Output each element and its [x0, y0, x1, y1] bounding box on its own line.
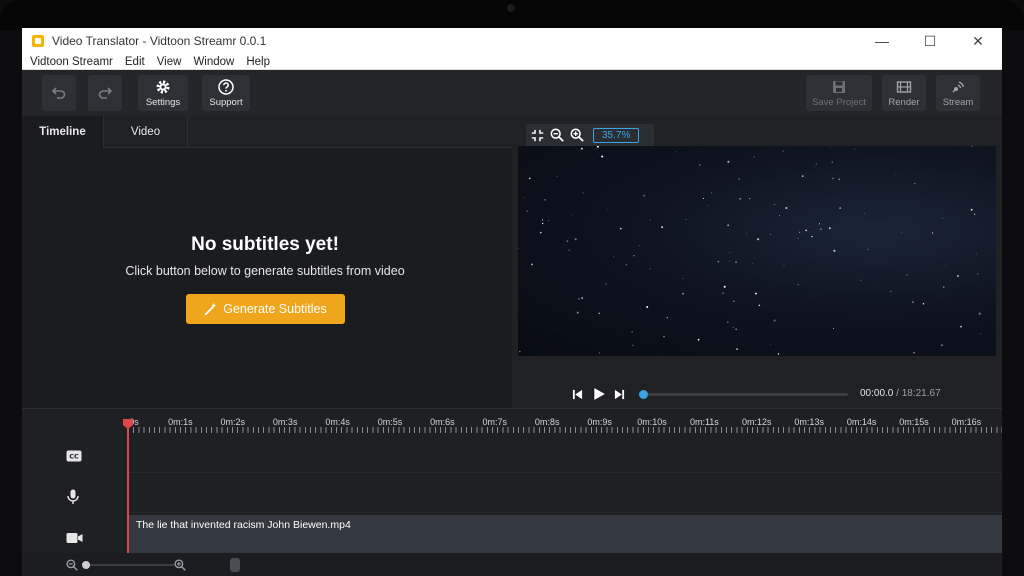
timeline-zoom-slider[interactable] — [82, 561, 174, 569]
video-camera-icon — [66, 531, 83, 545]
zoom-slider-handle[interactable] — [82, 561, 90, 569]
video-preview[interactable] — [518, 146, 996, 356]
subtitles-track-icon: CC — [66, 449, 82, 463]
film-icon — [896, 80, 912, 93]
panel-tabs: Timeline Video — [22, 116, 512, 148]
ruler-tick-label: 0m:8s — [534, 417, 560, 427]
horizontal-scrollbar[interactable] — [230, 558, 240, 572]
toolbar: Settings Support Save Project Render Str… — [22, 70, 1002, 116]
timeline-zoom-in-icon[interactable] — [174, 559, 186, 571]
close-button[interactable]: ✕ — [954, 28, 1002, 54]
ruler-tick-label: 0m:1s — [168, 417, 193, 427]
minimize-button[interactable]: — — [858, 28, 906, 54]
time-ruler[interactable]: 0s 0m:1s 0m:2s 0m:3s 0m:4s 0m:5s 0m:6s 0m:7s 0m:… — [128, 409, 1002, 433]
empty-state-title: No subtitles yet! — [191, 234, 339, 255]
microphone-icon — [66, 489, 82, 504]
video-clip[interactable]: The lie that invented racism John Biewen… — [128, 515, 1002, 553]
menu-view[interactable]: View — [157, 56, 182, 68]
ruler-tick-label: 0m:2s — [220, 417, 246, 427]
redo-button[interactable] — [88, 75, 122, 111]
bezel-right — [1002, 30, 1024, 576]
ruler-tick-label: 0m:6s — [430, 417, 455, 427]
menu-edit[interactable]: Edit — [125, 56, 145, 68]
player-controls: 00:00.0 / 18:21.67 — [512, 381, 1002, 407]
fit-screen-icon[interactable] — [531, 129, 544, 142]
settings-label: Settings — [145, 96, 181, 108]
seek-handle[interactable] — [639, 390, 648, 399]
zoom-percentage: 35.7% — [593, 127, 640, 143]
ruler-tick-label: 0m:4s — [325, 417, 350, 427]
clip-filename: The lie that invented racism John Biewen… — [136, 519, 351, 531]
tab-video[interactable]: Video — [104, 116, 188, 148]
ruler-tick-label: 0m:9s — [587, 417, 612, 427]
broadcast-icon — [952, 80, 965, 93]
tab-timeline[interactable]: Timeline — [22, 116, 104, 148]
menu-bar: Vidtoon Streamr Edit View Window Help — [22, 54, 1002, 70]
settings-button[interactable]: Settings — [138, 75, 188, 111]
svg-text:CC: CC — [69, 453, 79, 461]
ruler-tick-label: 0m:12s — [742, 417, 772, 427]
total-time: 18:21.67 — [901, 388, 941, 399]
ruler-tick-label: 0m:16s — [951, 417, 982, 427]
skip-back-icon[interactable] — [572, 389, 583, 400]
menu-app[interactable]: Vidtoon Streamr — [30, 56, 113, 68]
empty-state-subtitle: Click button below to generate subtitles… — [125, 264, 405, 278]
zoom-out-icon[interactable] — [550, 128, 564, 142]
support-label: Support — [209, 96, 243, 108]
render-label: Render — [888, 96, 920, 108]
zoom-controls: 35.7% — [526, 124, 654, 146]
ruler-tick-label: 0m:5s — [377, 417, 403, 427]
current-time: 00:00.0 — [860, 388, 894, 399]
skip-forward-icon[interactable] — [614, 389, 625, 400]
time-display: 00:00.0 / 18:21.67 — [860, 388, 941, 399]
render-button[interactable]: Render — [882, 75, 926, 111]
menu-window[interactable]: Window — [193, 56, 234, 68]
undo-button[interactable] — [42, 75, 76, 111]
ruler-tick-label: 0m:11s — [689, 417, 719, 427]
subtitle-panel: Timeline Video No subtitles yet! Click b… — [22, 116, 512, 408]
play-icon[interactable] — [592, 387, 606, 401]
ruler-tick-label: 0m:7s — [482, 417, 508, 427]
timeline-zoom-out-icon[interactable] — [66, 559, 78, 571]
generate-subtitles-label: Generate Subtitles — [223, 302, 327, 316]
title-bar: Video Translator - Vidtoon Streamr 0.0.1… — [22, 28, 1002, 54]
maximize-button[interactable]: ☐ — [906, 28, 954, 54]
timeline-zoom-bar — [22, 553, 1002, 576]
redo-icon — [98, 87, 113, 99]
support-button[interactable]: Support — [202, 75, 250, 111]
bezel-left — [0, 30, 22, 576]
app-icon — [32, 35, 44, 47]
starfield-image — [518, 146, 982, 356]
ruler-tick-label: 0m:3s — [272, 417, 298, 427]
gear-icon — [156, 80, 170, 93]
ruler-tick-label: 0m:15s — [899, 417, 929, 427]
playhead[interactable] — [127, 419, 129, 553]
undo-icon — [51, 87, 66, 99]
stream-button[interactable]: Stream — [936, 75, 980, 111]
menu-help[interactable]: Help — [246, 56, 270, 68]
save-project-button[interactable]: Save Project — [806, 75, 872, 111]
save-project-label: Save Project — [812, 96, 866, 108]
seek-bar[interactable] — [639, 390, 848, 399]
ruler-tick-label: 0m:10s — [637, 417, 667, 427]
audio-track[interactable] — [128, 473, 1002, 513]
app-window: Video Translator - Vidtoon Streamr 0.0.1… — [22, 28, 1002, 576]
stream-label: Stream — [942, 96, 974, 108]
magic-wand-icon — [205, 302, 217, 316]
question-icon — [218, 78, 234, 95]
window-title: Video Translator - Vidtoon Streamr 0.0.1 — [52, 34, 267, 48]
ruler-tick-label: 0m:13s — [794, 417, 824, 427]
camera-dot — [507, 4, 515, 12]
generate-subtitles-button[interactable]: Generate Subtitles — [186, 294, 345, 324]
track-area: The lie that invented racism John Biewen… — [128, 433, 1002, 553]
subtitles-track[interactable] — [128, 433, 1002, 473]
save-icon — [833, 80, 845, 93]
time-separator: / — [893, 388, 902, 399]
zoom-in-icon[interactable] — [570, 128, 584, 142]
timeline-panel: 0s 0m:1s 0m:2s 0m:3s 0m:4s 0m:5s 0m:6s 0m:7s 0m:… — [22, 408, 1002, 576]
ruler-tick-label: 0m:14s — [846, 417, 877, 427]
preview-panel: 35.7% 00:00.0 / 18:21.67 — [512, 116, 1002, 408]
